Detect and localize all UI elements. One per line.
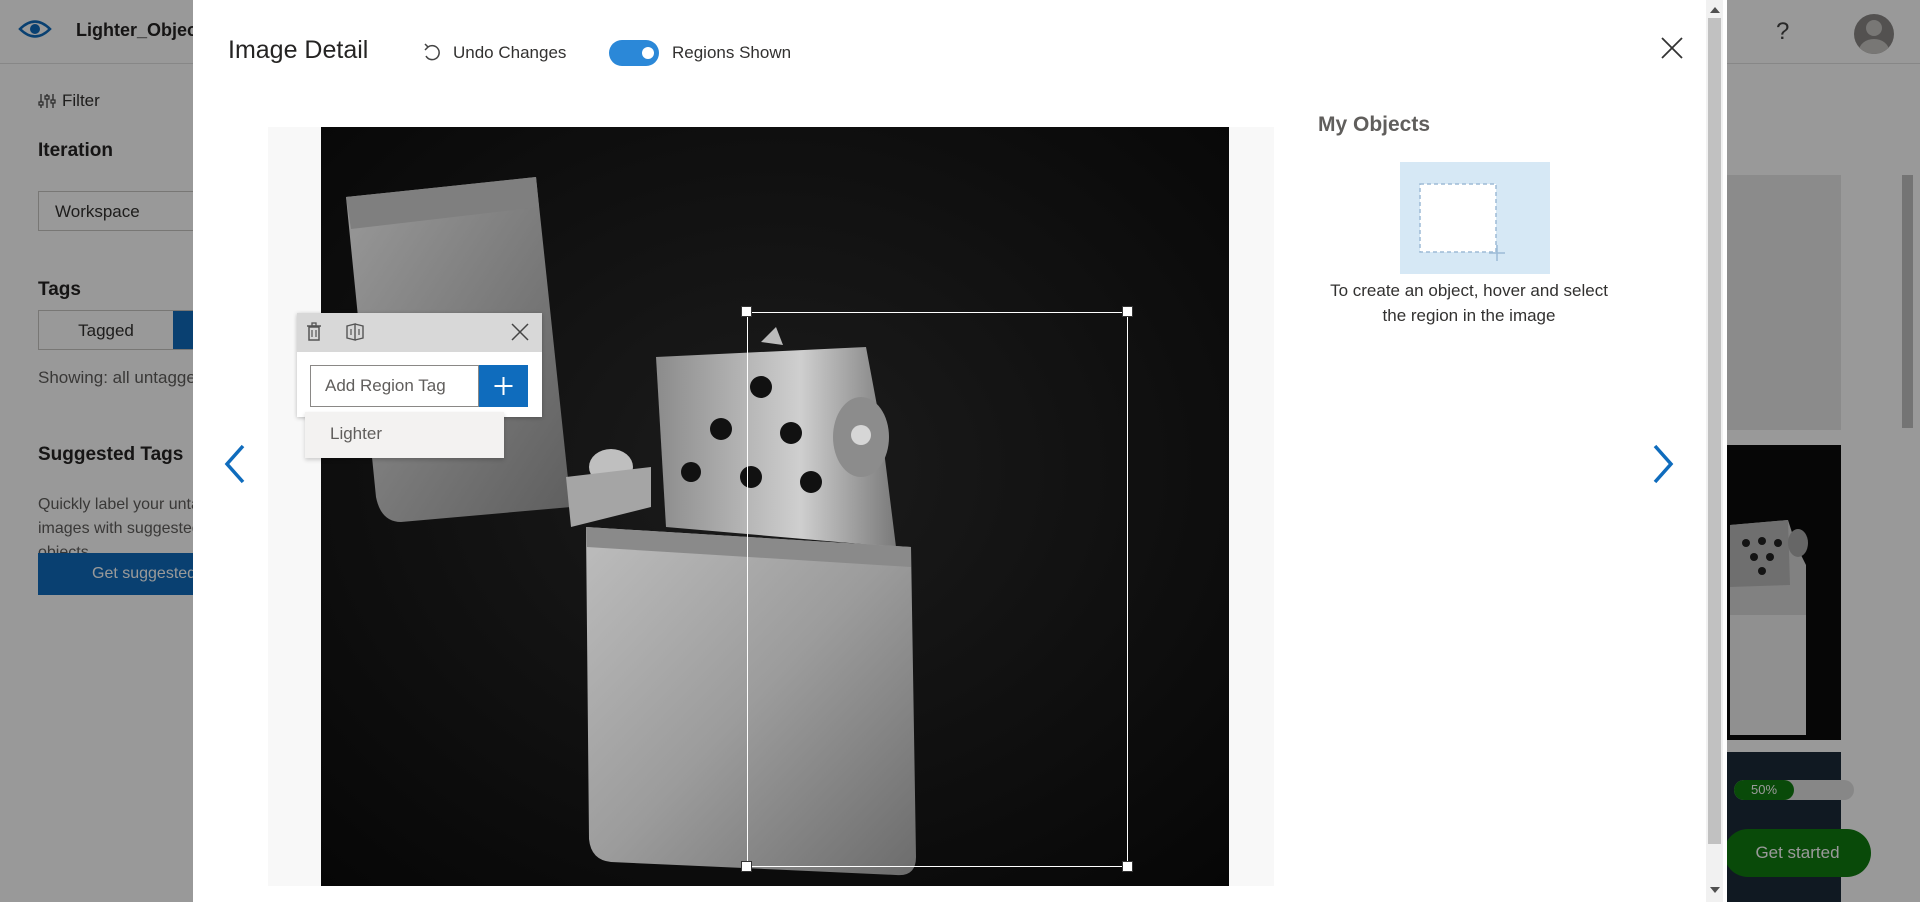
modal-scrollbar[interactable] xyxy=(1706,0,1723,902)
scroll-up-icon[interactable] xyxy=(1710,7,1720,13)
modal-scrollbar-thumb[interactable] xyxy=(1708,18,1721,844)
trash-icon[interactable] xyxy=(303,321,325,343)
tag-suggestion-item[interactable]: Lighter xyxy=(305,412,504,458)
scroll-down-icon[interactable] xyxy=(1710,887,1720,893)
close-icon[interactable] xyxy=(509,321,531,343)
chevron-right-icon[interactable] xyxy=(1649,442,1677,486)
region-bounding-box[interactable] xyxy=(747,312,1128,867)
resize-handle[interactable] xyxy=(741,306,752,317)
region-tag-input[interactable] xyxy=(310,365,479,407)
undo-label: Undo Changes xyxy=(453,43,567,62)
popup-toolbar xyxy=(297,313,542,352)
compare-icon[interactable] xyxy=(344,321,366,343)
image-detail-modal: Image Detail Undo Changes Regions Shown xyxy=(193,0,1727,902)
regions-label: Regions Shown xyxy=(672,43,792,62)
select-region-illustration xyxy=(1400,162,1550,274)
toggle-knob xyxy=(642,47,654,59)
modal-title: Image Detail xyxy=(228,36,369,64)
resize-handle[interactable] xyxy=(741,861,752,872)
undo-icon xyxy=(424,43,440,61)
resize-handle[interactable] xyxy=(1122,861,1133,872)
close-icon[interactable] xyxy=(1660,36,1684,60)
resize-handle[interactable] xyxy=(1122,306,1133,317)
chevron-left-icon[interactable] xyxy=(221,442,249,486)
my-objects-title: My Objects xyxy=(1318,113,1431,136)
region-tag-popup xyxy=(297,313,542,417)
undo-changes-button[interactable]: Undo Changes xyxy=(423,41,566,65)
my-objects-hint: To create an object, hover and select th… xyxy=(1330,281,1608,325)
region-select-icon xyxy=(1419,183,1505,261)
add-tag-button[interactable] xyxy=(479,365,528,407)
regions-toggle[interactable] xyxy=(609,40,659,66)
plus-icon xyxy=(494,377,513,395)
